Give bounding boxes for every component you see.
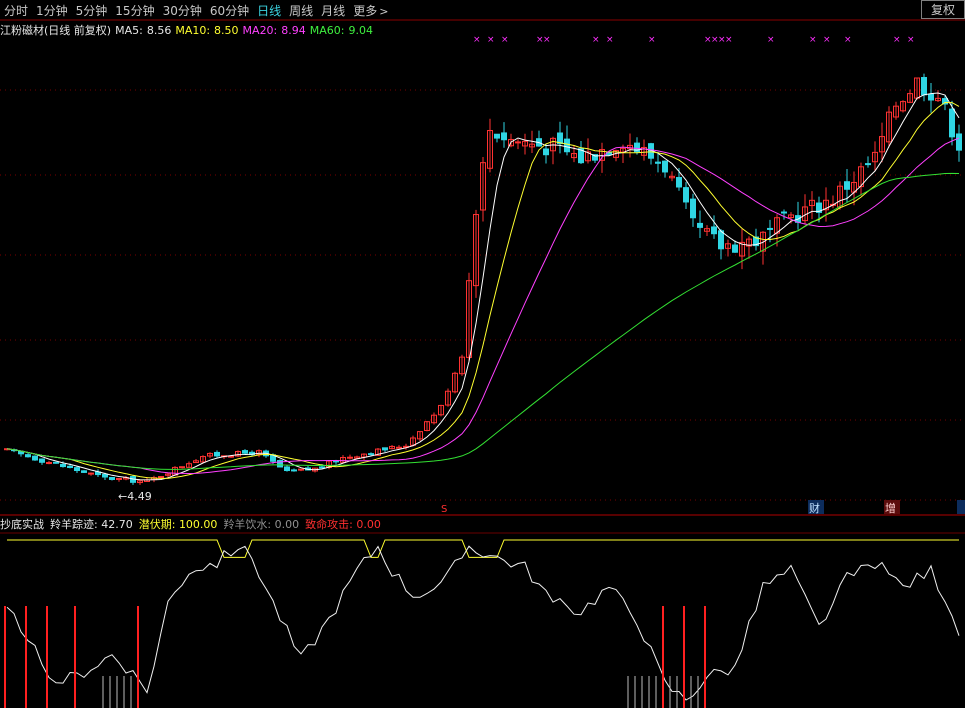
candle-body (102, 473, 108, 478)
candle-body (396, 446, 402, 449)
ma5-line (6, 92, 960, 481)
signal-marker: × (592, 35, 600, 45)
candle-body (921, 77, 927, 96)
signal-marker: × (767, 35, 775, 45)
candle-body (494, 133, 500, 139)
ma5-label: MA5: (115, 23, 143, 37)
candle-body (711, 226, 717, 235)
candle-body (284, 466, 290, 472)
indicator-2: 潜伏期: 100.00 (139, 516, 218, 532)
indicator-3: 羚羊饮水: 0.00 (223, 516, 299, 532)
signal-marker: × (725, 35, 733, 45)
candle-body (214, 451, 220, 457)
candle-body (697, 222, 703, 228)
candle-body (81, 470, 87, 473)
candle-body (39, 458, 45, 463)
candle-body (291, 469, 297, 472)
candle-body (662, 160, 668, 173)
candle-body (718, 230, 724, 250)
indicator-2-value: 100.00 (178, 518, 218, 531)
candle-body (67, 465, 73, 468)
ma10-label: MA10: (175, 23, 211, 37)
candle-body (53, 461, 59, 464)
candle-body (767, 227, 773, 230)
indicator-2-label: 潜伏期: (138, 518, 176, 531)
candle-body (949, 108, 955, 138)
candle-body (655, 161, 661, 164)
signal-marker: × (473, 35, 481, 45)
signal-marker: × (648, 35, 656, 45)
candle-body (781, 211, 787, 214)
kline-chart[interactable]: × × × × × × × × × × × × × × × × × ×←4.49S 财增 (0, 0, 965, 708)
signal-marker: × (844, 35, 852, 45)
candle-body (32, 455, 38, 461)
signal-marker: × (823, 35, 831, 45)
latent-line (7, 539, 959, 558)
candle-body (109, 477, 115, 480)
candle-body (319, 466, 325, 469)
signal-marker: × (487, 35, 495, 45)
signal-marker: × (606, 35, 614, 45)
candle-body (564, 138, 570, 153)
ma60-label: MA60: (309, 23, 345, 37)
candle-body (347, 456, 353, 459)
indicator-4-label: 致命攻击: (305, 518, 353, 531)
candle-body (732, 244, 738, 253)
indicator-4-value: 0.00 (356, 518, 381, 531)
candle-body (928, 93, 934, 101)
cai-marker: 财 (809, 501, 820, 515)
indicator-1-value: 42.70 (101, 518, 133, 531)
candle-body (501, 132, 507, 141)
stock-title: 江粉磁材(日线 前复权) (0, 24, 112, 37)
ma20-label: MA20: (242, 23, 278, 37)
indicator-3-value: 0.00 (274, 518, 300, 531)
ma60-value: 9.04 (348, 23, 373, 37)
candle-body (60, 463, 66, 468)
candle-body (382, 447, 388, 451)
candle-body (242, 450, 248, 454)
indicator-1-label: 羚羊踪迹: (50, 518, 98, 531)
ma10-value: 8.50 (214, 23, 239, 37)
candle-body (844, 181, 850, 190)
edge-marker-bg (957, 500, 965, 514)
zeng-marker: 增 (885, 501, 896, 515)
candle-body (543, 148, 549, 156)
candle-body (690, 198, 696, 219)
candle-body (956, 133, 962, 151)
s-marker: S (441, 504, 447, 515)
indicator-1: 羚羊踪迹: 42.70 (50, 516, 133, 532)
candle-body (46, 462, 52, 465)
signal-marker: × (501, 35, 509, 45)
low-price-label: ←4.49 (118, 490, 152, 503)
candle-body (368, 453, 374, 456)
candle-body (179, 466, 185, 469)
indicator-legend: 抄底实战 羚羊踪迹: 42.70 潜伏期: 100.00 羚羊饮水: 0.00 … (0, 516, 381, 532)
candle-body (676, 177, 682, 188)
indicator-4: 致命攻击: 0.00 (305, 516, 381, 532)
signal-marker: × (543, 35, 551, 45)
candle-body (74, 467, 80, 472)
candle-body (88, 472, 94, 475)
signal-marker: × (893, 35, 901, 45)
candle-body (25, 454, 31, 458)
ma20-value: 8.94 (281, 23, 306, 37)
candle-body (865, 163, 871, 166)
indicator-3-label: 羚羊饮水: (223, 518, 272, 531)
candle-body (683, 187, 689, 203)
indicator-name: 抄底实战 (0, 518, 44, 531)
ma-legend: 江粉磁材(日线 前复权) MA5: 8.56 MA10: 8.50 MA20: 8.9… (0, 22, 373, 38)
trace-line (6, 545, 960, 701)
signal-marker: × (809, 35, 817, 45)
candle-body (116, 477, 122, 480)
signal-marker: × (907, 35, 915, 45)
ma5-value: 8.56 (146, 23, 172, 37)
candle-body (515, 141, 521, 144)
candle-body (158, 476, 164, 479)
